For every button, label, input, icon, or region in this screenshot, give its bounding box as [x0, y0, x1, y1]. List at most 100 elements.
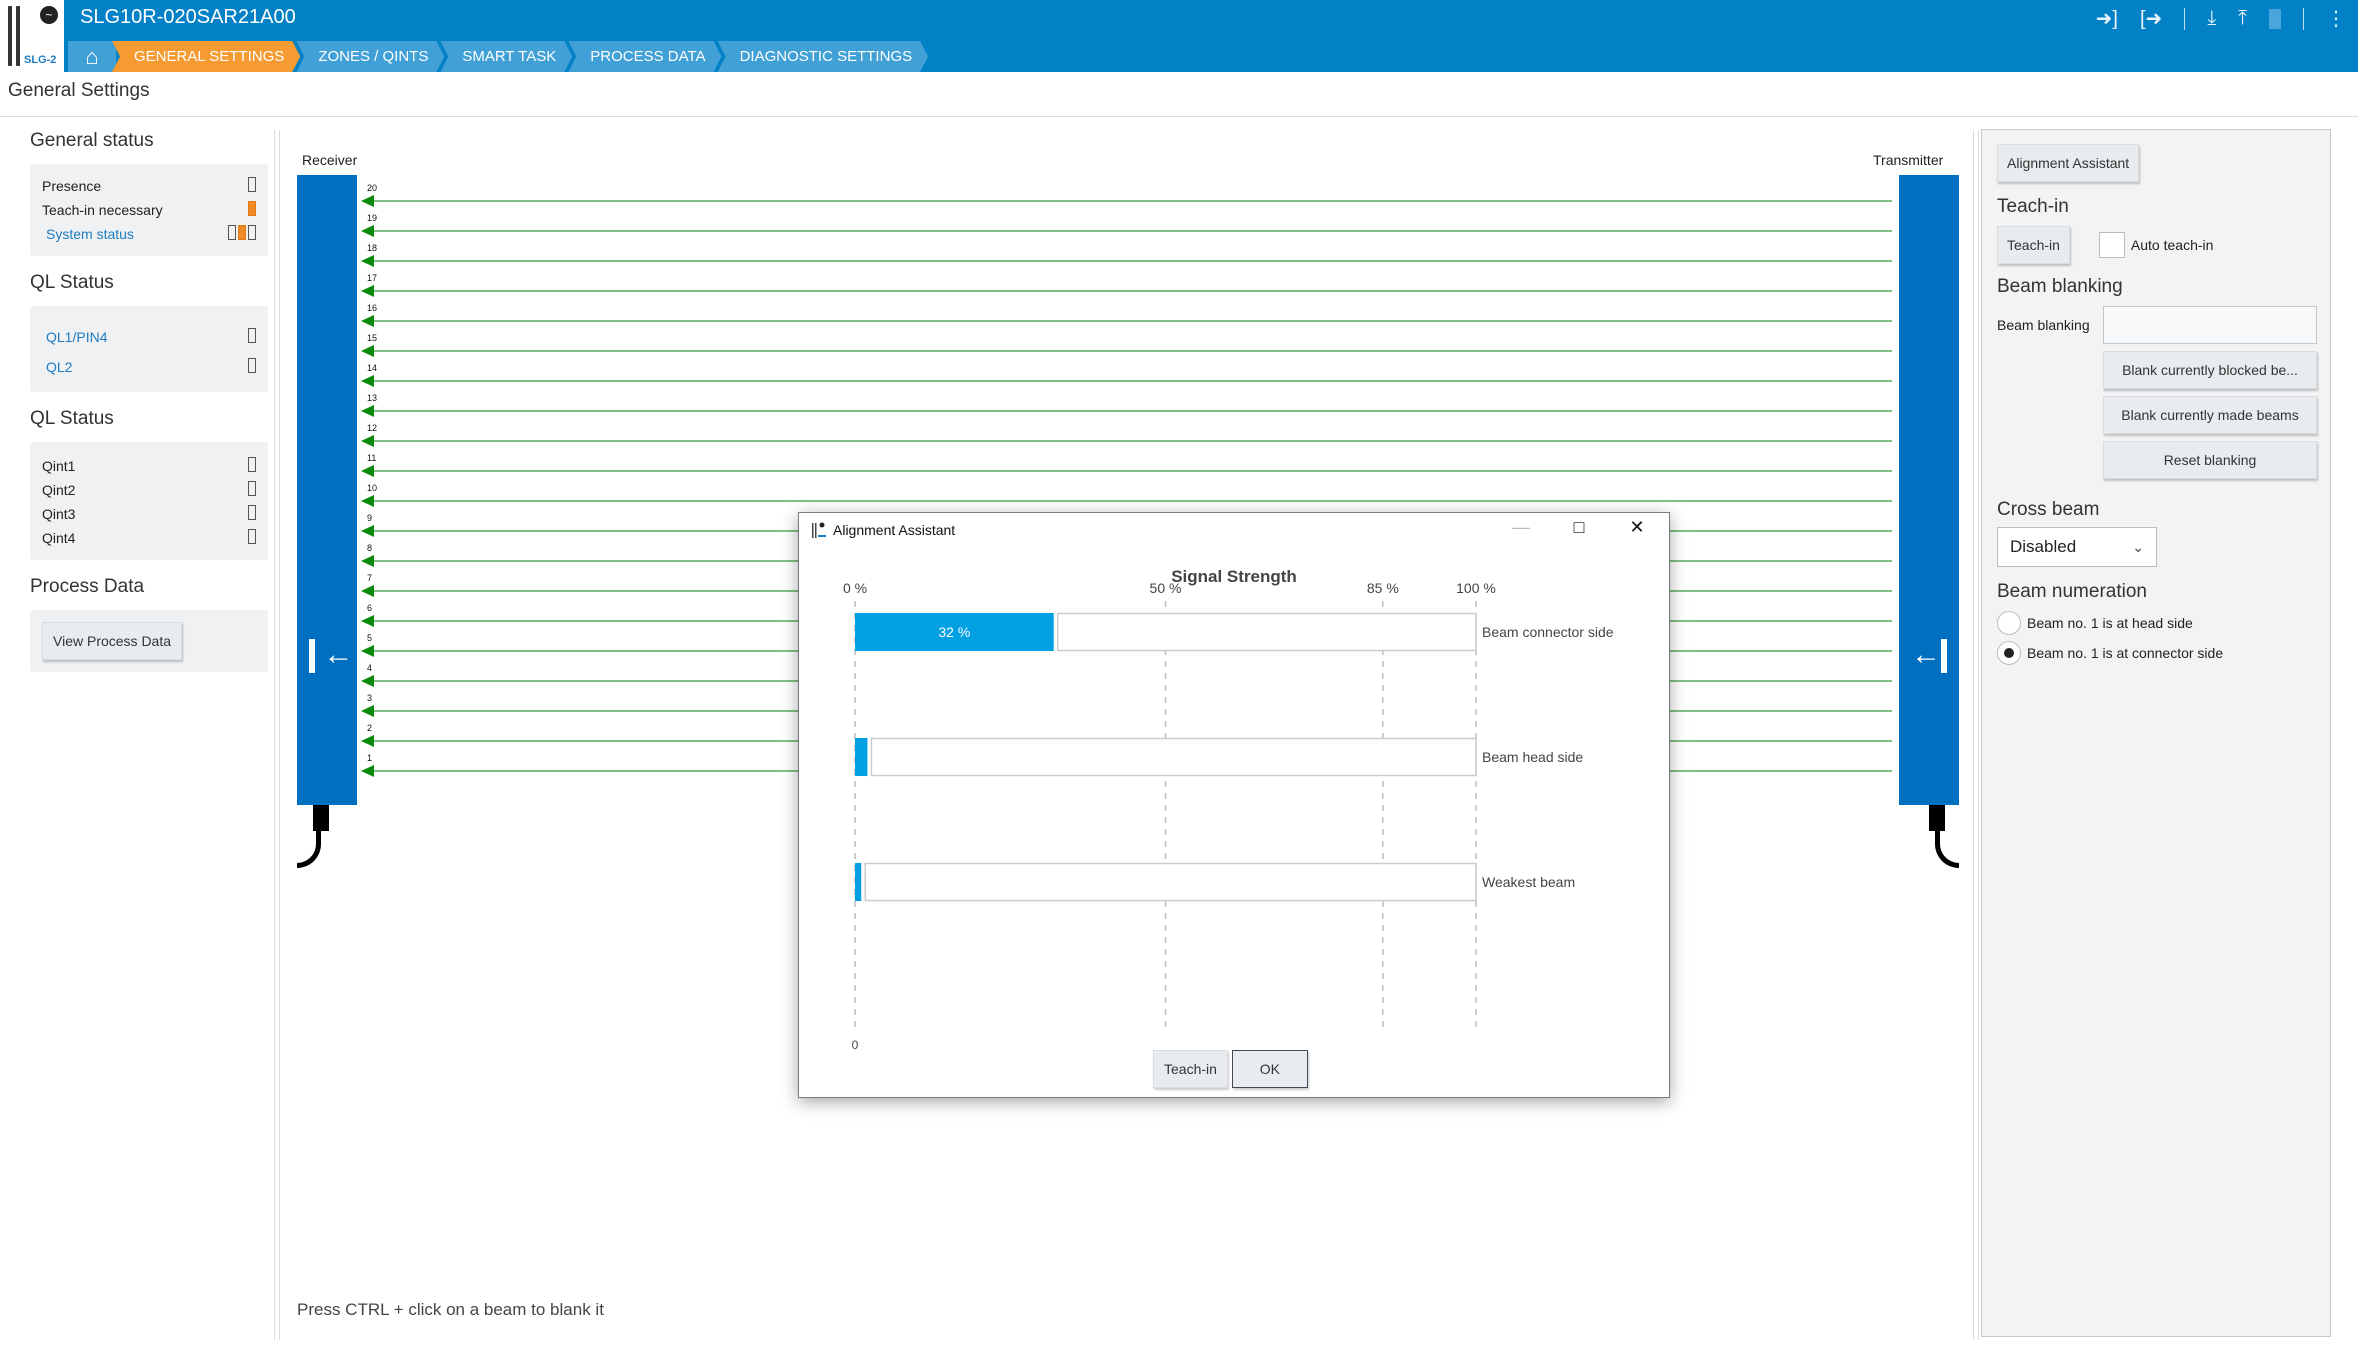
- alignment-assistant-dialog: Alignment Assistant — □ ✕ 0 % 50 % 85 % 100…: [798, 512, 1670, 1098]
- cross-beam-title: Cross beam: [1997, 499, 2100, 520]
- dialog-teach-in-button[interactable]: Teach-in: [1153, 1050, 1228, 1088]
- teach-in-button[interactable]: Teach-in: [1997, 226, 2070, 264]
- right-splitter[interactable]: [1973, 130, 1979, 1340]
- qint-label: Qint2: [42, 482, 76, 498]
- status-row-presence: Presence: [42, 174, 256, 198]
- logout-icon[interactable]: [➜: [2140, 6, 2162, 31]
- bar-fill: [855, 863, 862, 901]
- left-splitter[interactable]: [274, 130, 280, 1340]
- beam-arrow-icon: [361, 735, 374, 747]
- beam-arrow-icon: [361, 405, 374, 417]
- beam-blanking-input[interactable]: [2103, 306, 2317, 344]
- beam-18[interactable]: 18: [357, 243, 1892, 269]
- beam-11[interactable]: 11: [357, 453, 1892, 479]
- more-icon[interactable]: ⋮: [2326, 6, 2346, 31]
- app-header: ~ SLG-2 SLG10R-020SAR21A00 ⌂ GENERAL SET…: [0, 0, 2358, 72]
- tab-smart-task[interactable]: SMART TASK: [440, 41, 572, 72]
- beam-line: [369, 500, 1892, 502]
- beam-13[interactable]: 13: [357, 393, 1892, 419]
- qint1-led: [248, 457, 256, 472]
- tab-diagnostic-settings[interactable]: DIAGNOSTIC SETTINGS: [718, 41, 929, 72]
- home-button[interactable]: ⌂: [68, 41, 116, 72]
- download-icon[interactable]: ⤓: [2207, 7, 2216, 30]
- numeration-option-head[interactable]: Beam no. 1 is at head side: [1997, 611, 2317, 635]
- beam-number: 12: [367, 423, 378, 433]
- beam-arrow-icon: [361, 465, 374, 477]
- beam-12[interactable]: 12: [357, 423, 1892, 449]
- beam-number: 18: [367, 243, 378, 253]
- home-icon: ⌂: [85, 43, 99, 69]
- beam-17[interactable]: 17: [357, 273, 1892, 299]
- beam-20[interactable]: 20: [357, 183, 1892, 209]
- bar-remainder: [1056, 612, 1477, 652]
- beam-10[interactable]: 10: [357, 483, 1892, 509]
- bar-value-label: 32 %: [938, 624, 970, 640]
- beam-arrow-icon: [361, 285, 374, 297]
- beam-line: [369, 440, 1892, 442]
- tab-general-settings[interactable]: GENERAL SETTINGS: [112, 41, 300, 72]
- bar-remainder: [870, 737, 1477, 777]
- beam-arrow-icon: [361, 525, 374, 537]
- beam-arrow-icon: [361, 495, 374, 507]
- transmitter-direction-icon: ←: [1911, 637, 1947, 674]
- blank-blocked-beams-button[interactable]: Blank currently blocked be...: [2103, 351, 2317, 389]
- view-process-data-button[interactable]: View Process Data: [42, 622, 183, 660]
- beam-number: 13: [367, 393, 378, 403]
- tab-zones-qints[interactable]: ZONES / QINTS: [296, 41, 444, 72]
- beam-line: [369, 470, 1892, 472]
- qint-row: Qint4: [42, 526, 256, 550]
- beam-arrow-icon: [361, 645, 374, 657]
- settings-panel: Alignment Assistant Teach-in Teach-in Au…: [1981, 129, 2331, 1337]
- general-status-title: General status: [30, 130, 154, 151]
- login-icon[interactable]: ➜]: [2096, 6, 2118, 31]
- app-logo: ~ SLG-2: [0, 0, 64, 72]
- beam-arrow-icon: [361, 705, 374, 717]
- logo-brand-text: SLG-2: [24, 54, 57, 66]
- qint-row: Qint1: [42, 454, 256, 478]
- radio-head-side[interactable]: [1997, 611, 2021, 635]
- ql1-link[interactable]: QL1/PIN4: [42, 329, 107, 345]
- ql2-link[interactable]: QL2: [42, 359, 72, 375]
- receiver-label: Receiver: [302, 152, 358, 168]
- system-status-link[interactable]: System status: [42, 226, 134, 242]
- chevron-down-icon: ⌄: [2132, 538, 2144, 555]
- beam-arrow-icon: [361, 315, 374, 327]
- bar-fill: [855, 738, 868, 776]
- reset-blanking-button[interactable]: Reset blanking: [2103, 441, 2317, 479]
- numeration-option-connector[interactable]: Beam no. 1 is at connector side: [1997, 641, 2317, 665]
- transmitter-bar: ←: [1899, 175, 1959, 805]
- beam-number: 11: [367, 453, 377, 463]
- status-row-system: System status: [42, 222, 256, 246]
- beam-line: [369, 320, 1892, 322]
- blank-made-beams-button[interactable]: Blank currently made beams: [2103, 396, 2317, 434]
- beam-16[interactable]: 16: [357, 303, 1892, 329]
- alignment-assistant-button[interactable]: Alignment Assistant: [1997, 144, 2140, 182]
- ql-row: QL1/PIN4: [42, 322, 256, 352]
- beam-number: 7: [367, 573, 373, 583]
- qint-label: Qint3: [42, 506, 76, 522]
- auto-teach-in-checkbox[interactable]: [2098, 232, 2125, 258]
- ql1-led: [248, 328, 256, 343]
- cross-beam-value: Disabled: [2010, 537, 2077, 556]
- cross-beam-select[interactable]: Disabled ⌄: [1997, 527, 2157, 567]
- chart-title: Signal Strength: [1171, 567, 1297, 586]
- tab-process-data[interactable]: PROCESS DATA: [568, 41, 721, 72]
- beam-14[interactable]: 14: [357, 363, 1892, 389]
- dialog-ok-button[interactable]: OK: [1231, 1050, 1308, 1088]
- general-status-card: Presence Teach-in necessary System statu…: [30, 164, 268, 256]
- upload-icon[interactable]: ⤒: [2238, 7, 2247, 30]
- radio-connector-side[interactable]: [1997, 641, 2021, 665]
- beam-arrow-icon: [361, 225, 374, 237]
- beam-numeration-title: Beam numeration: [1997, 581, 2147, 602]
- axis-bottom-label: 0: [852, 1038, 859, 1052]
- beam-15[interactable]: 15: [357, 333, 1892, 359]
- beam-arrow-icon: [361, 585, 374, 597]
- ql-row: QL2: [42, 352, 256, 382]
- receiver-cable-curve: [297, 828, 321, 868]
- device-icon[interactable]: [2269, 8, 2281, 29]
- radio-label: Beam no. 1 is at connector side: [2027, 645, 2224, 661]
- beam-number: 8: [367, 543, 373, 553]
- beam-number: 6: [367, 603, 373, 613]
- beam-19[interactable]: 19: [357, 213, 1892, 239]
- receiver-bar: ←: [297, 175, 357, 805]
